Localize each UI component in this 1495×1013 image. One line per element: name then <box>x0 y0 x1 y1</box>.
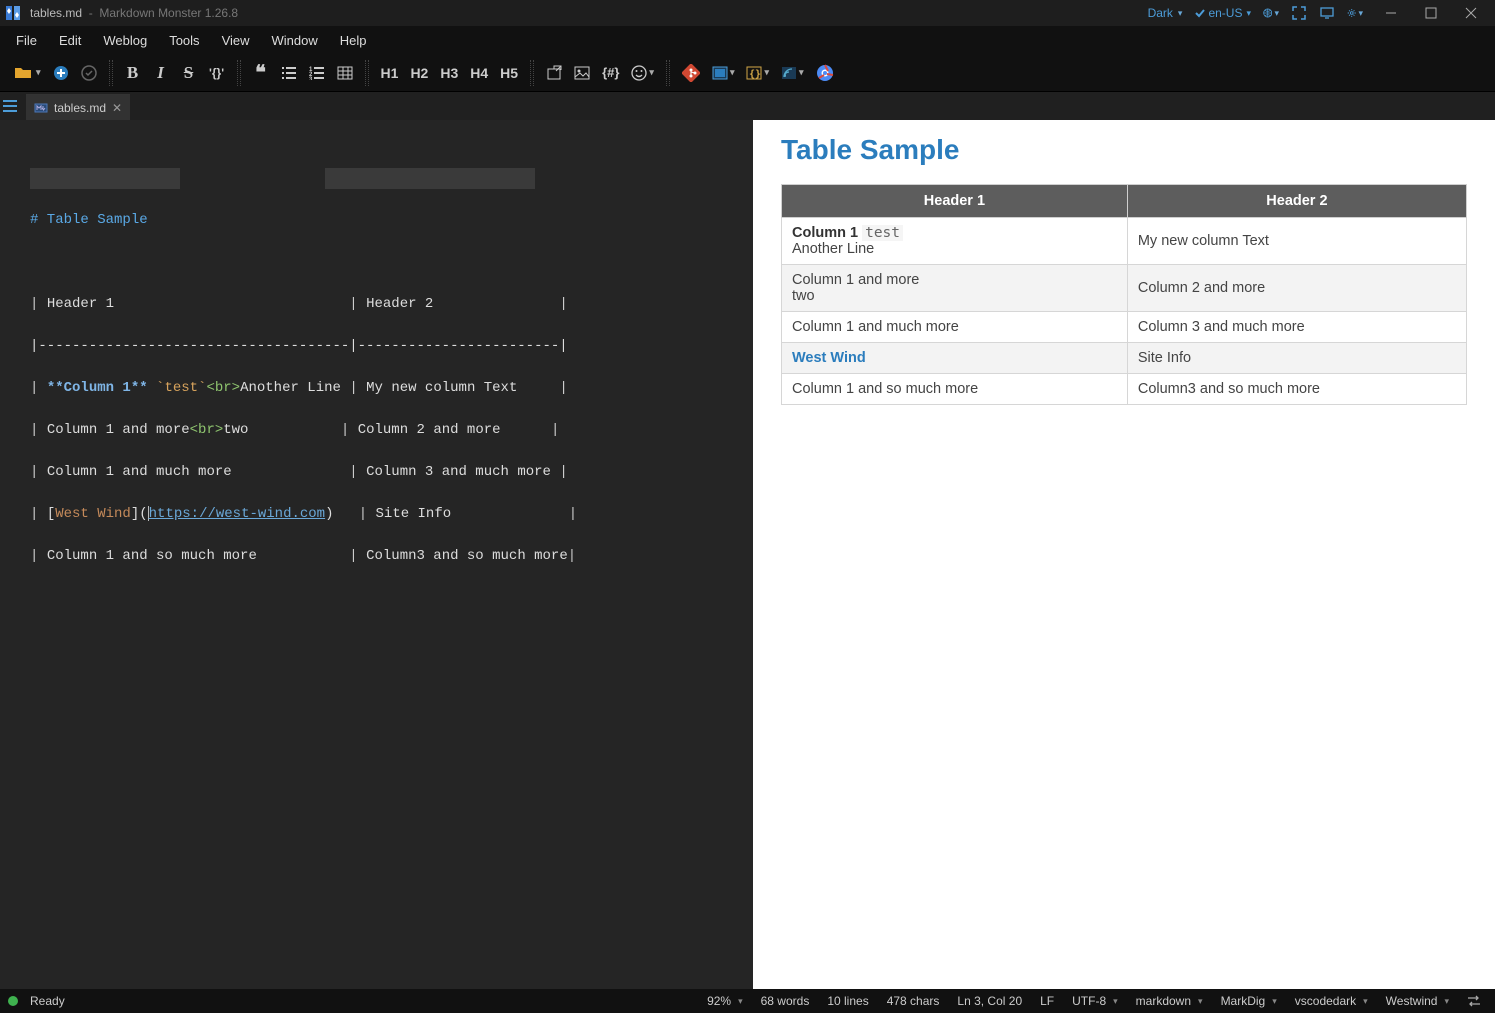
status-site[interactable]: Westwind <box>1380 994 1455 1008</box>
strike-button[interactable]: S <box>177 60 201 86</box>
status-enc[interactable]: UTF-8 <box>1066 994 1124 1008</box>
main-split: # Table Sample | Header 1 | Header 2 | |… <box>0 120 1495 989</box>
status-eol[interactable]: LF <box>1034 994 1060 1008</box>
link-button[interactable] <box>542 60 566 86</box>
status-ready: Ready <box>30 994 65 1008</box>
table-row: Column 1 and moretwo Column 2 and more <box>782 265 1467 312</box>
globe-icon[interactable]: ▾ <box>1263 5 1279 21</box>
codeblock-button[interactable]: {}▾ <box>742 60 773 86</box>
tab-tables[interactable]: tables.md ✕ <box>26 94 130 120</box>
bold-button[interactable]: B <box>121 60 145 86</box>
status-pos: Ln 3, Col 20 <box>951 994 1028 1008</box>
status-words: 68 words <box>755 994 816 1008</box>
editor-pane[interactable]: # Table Sample | Header 1 | Header 2 | |… <box>0 120 745 989</box>
menu-bar: File Edit Weblog Tools View Window Help <box>0 26 1495 54</box>
title-bar: tables.md - Markdown Monster 1.26.8 Dark… <box>0 0 1495 26</box>
preview-wrap: Table Sample Header 1 Header 2 Column 1 … <box>745 120 1495 989</box>
fullscreen-icon[interactable] <box>1291 5 1307 21</box>
preview-table: Header 1 Header 2 Column 1 testAnother L… <box>781 184 1467 405</box>
id-button[interactable]: {#} <box>598 60 623 86</box>
preview-link[interactable]: West Wind <box>792 350 866 366</box>
editor-divider: |-------------------------------------|-… <box>30 336 745 357</box>
menu-window[interactable]: Window <box>262 29 328 52</box>
status-bar: Ready 92% 68 words 10 lines 478 chars Ln… <box>0 989 1495 1013</box>
h4-button[interactable]: H4 <box>466 60 492 86</box>
image-button[interactable] <box>570 60 594 86</box>
table-row: West Wind Site Info <box>782 343 1467 374</box>
rss-button[interactable]: ▾ <box>777 60 808 86</box>
svg-text:3: 3 <box>309 77 313 80</box>
status-dot-icon <box>8 996 18 1006</box>
status-chars: 478 chars <box>881 994 946 1008</box>
toolbar-separator <box>109 60 113 86</box>
toolbar-separator <box>365 60 369 86</box>
close-button[interactable] <box>1451 0 1491 26</box>
toolbar-separator <box>530 60 534 86</box>
minimize-button[interactable] <box>1371 0 1411 26</box>
menu-weblog[interactable]: Weblog <box>93 29 157 52</box>
new-button[interactable] <box>49 60 73 86</box>
preview-th: Header 1 <box>782 185 1128 218</box>
menu-file[interactable]: File <box>6 29 47 52</box>
editor-line-title: # Table Sample <box>30 212 148 228</box>
lang-selector[interactable]: en-US▾ <box>1194 6 1251 20</box>
status-lines: 10 lines <box>821 994 874 1008</box>
tab-close-icon[interactable]: ✕ <box>112 101 122 115</box>
emoji-button[interactable]: ▾ <box>627 60 658 86</box>
monitor-icon[interactable] <box>1319 5 1335 21</box>
status-parser[interactable]: MarkDig <box>1215 994 1283 1008</box>
sidebar-toggle[interactable] <box>0 92 20 120</box>
theme-selector[interactable]: Dark <box>1148 6 1183 20</box>
tab-label: tables.md <box>54 101 106 115</box>
gear-icon[interactable]: ▾ <box>1347 5 1363 21</box>
quote-button[interactable]: ❝ <box>249 60 273 86</box>
preview-th: Header 2 <box>1127 185 1466 218</box>
maximize-button[interactable] <box>1411 0 1451 26</box>
toolbar-separator <box>237 60 241 86</box>
markdown-icon <box>34 101 48 115</box>
h2-button[interactable]: H2 <box>406 60 432 86</box>
ul-button[interactable] <box>277 60 301 86</box>
h3-button[interactable]: H3 <box>436 60 462 86</box>
menu-view[interactable]: View <box>212 29 260 52</box>
title-app: - Markdown Monster 1.26.8 <box>82 6 238 20</box>
menu-tools[interactable]: Tools <box>159 29 209 52</box>
menu-edit[interactable]: Edit <box>49 29 91 52</box>
sync-icon[interactable] <box>1461 995 1487 1007</box>
ol-button[interactable]: 123 <box>305 60 329 86</box>
svg-text:{}: {} <box>749 69 761 80</box>
git-button[interactable] <box>678 60 704 86</box>
status-lang[interactable]: markdown <box>1130 994 1209 1008</box>
code-inline-button[interactable]: '{}' <box>205 60 229 86</box>
preview-pane[interactable]: Table Sample Header 1 Header 2 Column 1 … <box>753 120 1495 989</box>
preview-title: Table Sample <box>781 134 1467 166</box>
h1-button[interactable]: H1 <box>377 60 403 86</box>
preview-button[interactable]: ▾ <box>708 60 739 86</box>
open-button[interactable]: ▾ <box>10 60 45 86</box>
italic-button[interactable]: I <box>149 60 173 86</box>
browser-button[interactable] <box>812 60 838 86</box>
title-filename: tables.md <box>30 6 82 20</box>
table-row: Column 1 and so much more Column3 and so… <box>782 374 1467 405</box>
h5-button[interactable]: H5 <box>496 60 522 86</box>
menu-help[interactable]: Help <box>330 29 377 52</box>
save-button[interactable] <box>77 60 101 86</box>
tab-strip: tables.md ✕ <box>0 92 1495 120</box>
status-zoom[interactable]: 92% <box>701 994 749 1008</box>
toolbar: ▾ B I S '{}' ❝ 123 H1 H2 H3 H4 H5 {#} ▾ … <box>0 54 1495 92</box>
table-row: Column 1 testAnother Line My new column … <box>782 218 1467 265</box>
check-icon <box>1194 7 1206 19</box>
table-button[interactable] <box>333 60 357 86</box>
toolbar-separator <box>666 60 670 86</box>
app-icon <box>4 4 22 22</box>
table-row: Column 1 and much more Column 3 and much… <box>782 312 1467 343</box>
status-theme[interactable]: vscodedark <box>1289 994 1374 1008</box>
